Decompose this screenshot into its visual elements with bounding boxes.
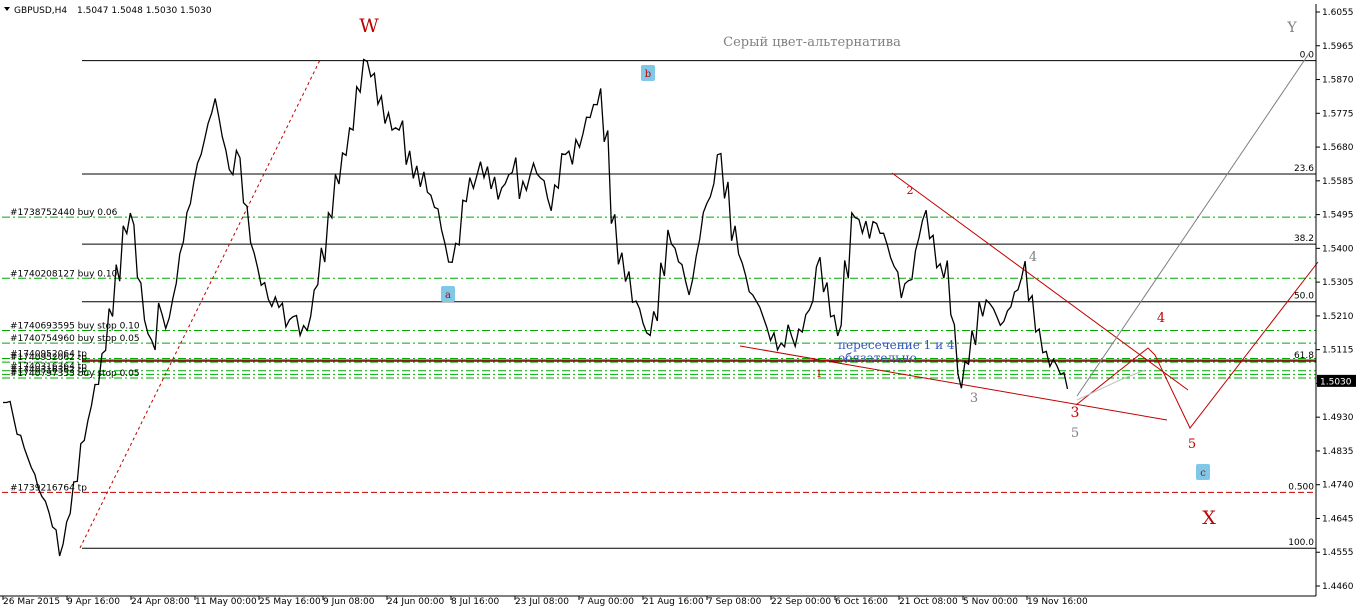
fib-level-label: 50.0 [1294,292,1314,302]
fib-level-label: 23.6 [1294,164,1314,174]
wave-label-a: a [445,290,451,301]
wave-label-red-3: 3 [1071,405,1080,421]
wave-label-x: X [1202,507,1216,529]
ohlc-values: 1.5047 1.5048 1.5030 1.5030 [77,6,212,16]
wave-label-red-1: 1 [816,369,822,380]
order-label: #1740754960 buy stop 0.05 [10,334,140,344]
x-tick-label: 24 Jun 00:00 [387,597,444,607]
order-label: #1738752440 buy 0.06 [10,208,118,218]
wave-label-w: W [359,15,379,37]
symbol-label: GBPUSD,H4 [14,6,67,16]
current-price-label: 1.5030 [1320,377,1352,387]
fib-level-label: 100.0 [1288,538,1314,548]
y-tick-label: 1.5115 [1322,346,1354,356]
x-tick-label: 6 Oct 16:00 [835,597,888,607]
crossing-note: пересечение 1 и 4 [838,338,955,352]
wave-label-b: b [645,69,651,80]
y-tick-label: 1.5210 [1322,312,1354,322]
chart-background [0,0,1356,608]
wave-label-red-4: 4 [1157,311,1165,326]
y-tick-label: 1.5680 [1322,143,1354,153]
x-tick-label: 24 Apr 08:00 [131,597,190,607]
x-tick-label: 25 May 16:00 [259,597,321,607]
crossing-note-second-line: обязательно [838,351,917,365]
order-label: #1740693595 buy stop 0.10 [10,321,140,331]
y-tick-label: 1.4740 [1322,481,1354,491]
x-tick-label: 21 Oct 08:00 [899,597,958,607]
x-tick-label: 9 Jun 08:00 [323,597,375,607]
x-tick-label: 21 Aug 16:00 [643,597,704,607]
x-tick-label: 22 Sep 00:00 [771,597,831,607]
y-tick-label: 1.4645 [1322,514,1354,524]
y-tick-label: 1.5585 [1322,177,1354,187]
y-tick-label: 1.5870 [1322,76,1354,86]
x-tick-label: 19 Nov 16:00 [1027,597,1088,607]
y-tick-label: 1.6055 [1322,8,1354,18]
y-tick-label: 1.5495 [1322,211,1354,221]
y-tick-label: 1.5775 [1322,109,1354,119]
x-tick-label: 8 Jul 16:00 [451,597,500,607]
fib-level-label: 38.2 [1294,234,1314,244]
order-label: #1740797353 buy stop 0.05 [10,369,140,379]
x-tick-label: 7 Aug 00:00 [579,597,634,607]
alternative-note: Серый цвет-альтернатива [723,35,901,50]
price-chart[interactable]: GBPUSD,H4 1.5047 1.5048 1.5030 1.5030 0.… [0,0,1356,608]
x-tick-label: 23 Jul 08:00 [515,597,569,607]
y-tick-label: 1.4460 [1322,582,1354,592]
x-tick-label: 5 Nov 00:00 [963,597,1018,607]
wave-label-red-2: 2 [907,184,914,197]
order-label: #1740208127 buy 0.10 [10,269,118,279]
wave-label-grey-5: 5 [1071,426,1079,441]
y-tick-label: 1.5305 [1322,278,1354,288]
fib-level-label: 0.0 [1300,51,1315,61]
x-tick-label: 11 May 00:00 [195,597,257,607]
y-tick-label: 1.5965 [1322,42,1354,52]
order-label: #1739216764 tp [10,483,87,493]
y-tick-label: 1.4930 [1322,413,1354,423]
wave-label-red-5: 5 [1188,437,1196,452]
y-tick-label: 1.5400 [1322,244,1354,254]
x-tick-label: 9 Apr 16:00 [67,597,120,607]
x-tick-label: 26 Mar 2015 [3,597,60,607]
y-tick-label: 1.4555 [1322,548,1354,558]
wave-label-c: c [1200,468,1206,479]
wave-label-grey-3: 3 [970,391,978,406]
wave-label-grey-4: 4 [1029,250,1037,265]
y-tick-label: 1.4835 [1322,447,1354,457]
x-tick-label: 7 Sep 08:00 [707,597,762,607]
fib-level-label: 0.500 [1288,482,1314,492]
wave-label-y: Y [1286,20,1297,36]
